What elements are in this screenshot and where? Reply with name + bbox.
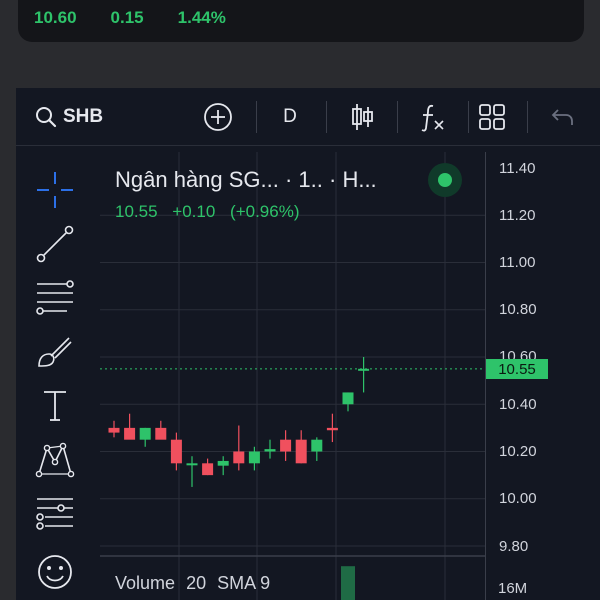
fib-tool[interactable]: [16, 272, 94, 324]
trading-app: 10.60 0.15 1.44% SHB D 11.40 11.20 11.00…: [0, 0, 600, 600]
emoji-tool[interactable]: [16, 546, 94, 598]
trendline-icon: [36, 225, 74, 263]
volume-label: Volume: [115, 573, 176, 593]
pattern-tool[interactable]: [16, 434, 94, 486]
candle-body: [202, 463, 214, 476]
indicators-button[interactable]: [410, 88, 454, 146]
quote-change-pct: 1.44%: [177, 8, 226, 27]
candle-body: [280, 439, 292, 452]
add-icon: [204, 103, 232, 131]
axis-tick: 11.40: [499, 160, 536, 177]
toolbar-divider: [397, 101, 398, 133]
search-icon: [35, 107, 57, 128]
trendline-tool[interactable]: [16, 218, 94, 270]
toolbar-divider: [326, 101, 327, 133]
layout-button[interactable]: [470, 88, 514, 146]
symbol-description[interactable]: Ngân hàng SG... · 1.. · H...: [115, 167, 377, 193]
candle-body: [186, 463, 198, 466]
chart-type-button[interactable]: [340, 88, 384, 146]
axis-tick: 11.00: [499, 254, 536, 271]
interval-label: D: [283, 106, 297, 127]
candle-body: [248, 451, 260, 464]
candle-body: [217, 460, 229, 466]
quote-last: 10.60: [34, 8, 77, 27]
axis-tick: 9.80: [499, 538, 529, 555]
candle-body: [155, 427, 167, 440]
undo-button[interactable]: [542, 88, 582, 146]
axis-tick: 10.20: [499, 443, 537, 460]
market-status-indicator[interactable]: [428, 163, 462, 197]
toolbar-divider: [527, 101, 528, 133]
toolbar-divider: [256, 101, 257, 133]
fib-icon: [36, 280, 74, 315]
chart-toolbar: SHB D: [16, 88, 600, 146]
candle-body: [124, 427, 136, 440]
candle-body: [342, 392, 354, 405]
pattern-icon: [35, 442, 75, 478]
axis-tick: 10.40: [499, 396, 537, 413]
toolbar-divider: [468, 101, 469, 133]
candles-icon: [352, 104, 373, 130]
candle-body: [233, 451, 245, 464]
legend-price: 10.55: [115, 202, 158, 221]
crosshair-icon: [37, 172, 73, 208]
candle-body: [170, 439, 182, 464]
candle-body: [311, 439, 323, 452]
axis-tick: 11.20: [499, 207, 536, 224]
emoji-icon: [38, 555, 72, 589]
forecast-icon: [36, 498, 73, 530]
undo-icon: [551, 109, 573, 125]
candle-body: [358, 368, 370, 371]
brush-icon: [38, 337, 72, 367]
volume-bar: [341, 566, 355, 600]
legend-quote: 10.55 +0.10 (+0.96%): [115, 202, 309, 222]
volume-sma-label: SMA 9: [217, 573, 271, 593]
legend-change-pct: (+0.96%): [230, 202, 300, 221]
symbol-label: SHB: [62, 106, 104, 127]
add-symbol-button[interactable]: [198, 88, 238, 146]
brush-tool[interactable]: [16, 326, 94, 378]
quote-values: 10.60 0.15 1.44%: [34, 8, 226, 28]
candle-body: [295, 439, 307, 464]
candle-body: [108, 427, 120, 433]
text-tool[interactable]: [16, 380, 94, 432]
axis-tick: 10.00: [499, 490, 537, 507]
quote-change: 0.15: [110, 8, 144, 27]
candle-body: [139, 427, 151, 440]
layout-icon: [479, 104, 505, 130]
current-price-tag: 10.55: [486, 359, 548, 379]
indicators-icon: [421, 104, 444, 132]
legend-change: +0.10: [172, 202, 216, 221]
status-dot-icon: [438, 173, 452, 187]
candle-body: [326, 427, 338, 431]
crosshair-tool[interactable]: [16, 164, 94, 216]
candle-body: [264, 449, 276, 452]
volume-axis-tick: 16M: [498, 580, 528, 597]
axis-tick: 10.80: [499, 301, 537, 318]
volume-period: 20: [186, 573, 207, 593]
volume-legend[interactable]: Volume 20 SMA 9: [115, 573, 276, 594]
symbol-search-button[interactable]: SHB: [24, 88, 114, 146]
forecast-tool[interactable]: [16, 488, 94, 540]
drawing-toolbar: [16, 152, 94, 600]
interval-button[interactable]: D: [268, 88, 312, 146]
text-icon: [44, 391, 66, 421]
